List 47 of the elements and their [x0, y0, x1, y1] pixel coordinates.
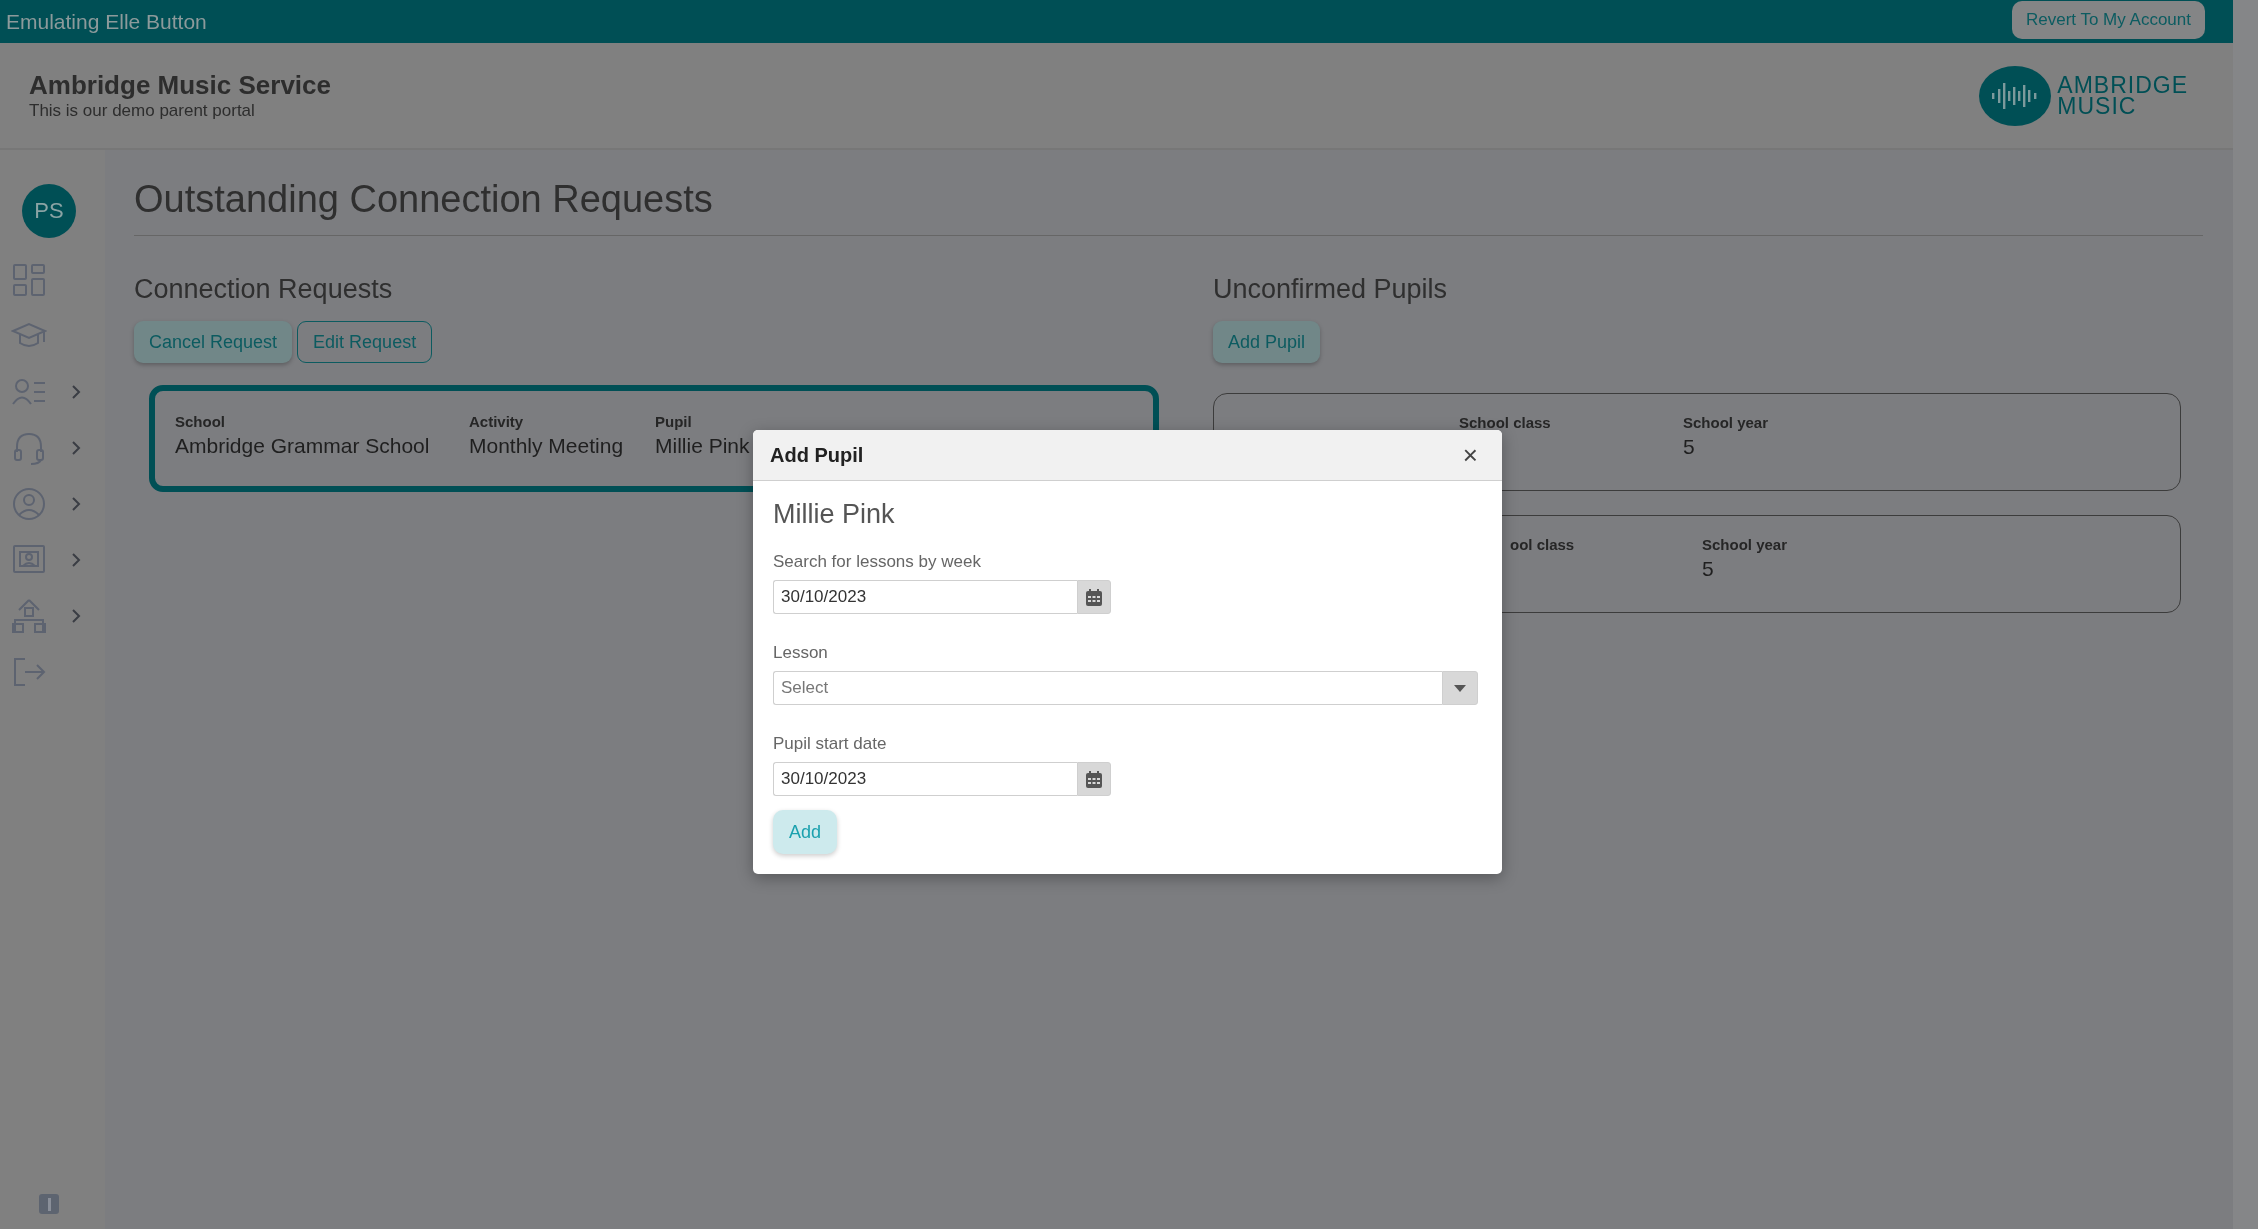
field-label: Lesson — [773, 643, 829, 663]
field-label: Pupil — [655, 413, 693, 430]
caret-icon[interactable] — [1454, 684, 1466, 692]
lesson-dropdown[interactable]: Select — [773, 671, 1442, 705]
chevron-right-icon[interactable] — [69, 441, 83, 455]
pupil-name: Millie Pink — [773, 499, 896, 530]
chevron-right-icon[interactable] — [69, 553, 83, 567]
user-circle-icon[interactable] — [11, 486, 47, 522]
field-value: Monthly Meeting — [469, 434, 625, 458]
add-button[interactable]: Add — [773, 810, 838, 854]
field-label: Activity — [469, 413, 525, 430]
avatar[interactable]: PS — [22, 184, 76, 238]
date-field[interactable]: 30/10/2023 — [773, 762, 1077, 796]
service-title: Ambridge Music Service — [29, 70, 331, 101]
chevron-right-icon[interactable] — [69, 385, 83, 399]
close-button[interactable]: × — [1458, 439, 1482, 471]
field-value: Millie Pink — [655, 434, 751, 458]
banner-text: Emulating Elle Button — [6, 9, 207, 34]
chevron-right-icon[interactable] — [69, 497, 83, 511]
field-value: 5 — [1702, 557, 1715, 581]
field-label: Pupil start date — [773, 734, 888, 754]
revert-account-button[interactable]: Revert To My Account — [2011, 0, 2205, 39]
field-label: School — [175, 413, 226, 430]
portal-subtitle: This is our demo parent portal — [29, 101, 256, 121]
field-label: School year — [1683, 414, 1770, 431]
page-title: Outstanding Connection Requests — [134, 178, 2203, 236]
field-value: 5 — [1683, 435, 1696, 459]
section-heading: Connection Requests — [134, 274, 394, 305]
logo: AMBRIDGE MUSIC — [1979, 65, 2188, 126]
calendar-icon[interactable] — [1086, 770, 1102, 788]
date-field[interactable]: 30/10/2023 — [773, 580, 1077, 614]
cancel-request-button[interactable]: Cancel Request — [134, 321, 293, 363]
add-pupil-button[interactable]: Add Pupil — [1213, 321, 1321, 363]
field-value: Ambridge Grammar School — [175, 434, 431, 458]
field-label: School class — [1459, 414, 1552, 431]
scrollbar[interactable] — [2233, 0, 2258, 1229]
modal-title: Add Pupil — [770, 443, 864, 467]
field-label: School year — [1702, 536, 1789, 553]
hierarchy-icon[interactable] — [11, 598, 47, 634]
field-label: ool class — [1510, 536, 1576, 553]
chevron-right-icon[interactable] — [69, 609, 83, 623]
dashboard-icon[interactable] — [11, 262, 47, 298]
headset-icon[interactable] — [11, 430, 47, 466]
field-label: Search for lessons by week — [773, 552, 982, 572]
calendar-icon[interactable] — [1086, 588, 1102, 606]
section-heading: Unconfirmed Pupils — [1213, 274, 1449, 305]
sidebar-toggle-icon[interactable] — [39, 1194, 59, 1214]
